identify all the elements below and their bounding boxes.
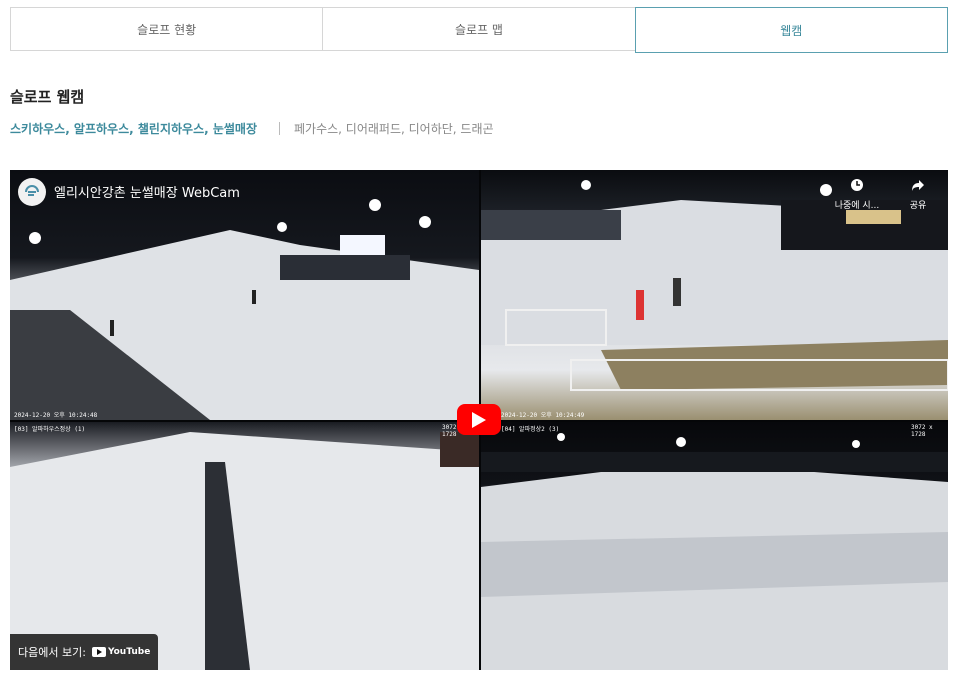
watch-on-youtube-button[interactable]: 다음에서 보기: YouTube (10, 634, 159, 670)
cam4-resolution: 3072 x 1728 (911, 424, 933, 438)
secondary-location-links[interactable]: 페가수스, 디어래퍼드, 디어하단, 드래곤 (294, 120, 494, 137)
cam2-timestamp: 2024-12-20 오후 10:24:49 (501, 412, 585, 419)
youtube-play-icon (91, 647, 106, 657)
youtube-wordmark: YouTube (107, 647, 151, 657)
webcam-feed-3: [03] 알파하우스정상 (1) 3072 x 1728 (10, 422, 479, 670)
watch-later-label: 나중에 시... (834, 201, 880, 211)
share-icon (893, 178, 943, 196)
primary-location-links[interactable]: 스키하우스, 알프하우스, 챌린지하우스, 눈썰매장 (10, 120, 257, 137)
webcam-feed-4: [04] 알파정상2 (3) 3072 x 1728 (481, 422, 948, 670)
tab-slope-status[interactable]: 슬로프 현황 (10, 7, 324, 51)
youtube-player[interactable]: 2024-12-20 오후 10:24:48 2024-12-20 오후 10:… (10, 170, 948, 670)
section-title: 슬로프 웹캠 (10, 88, 85, 106)
cam4-label: [04] 알파정상2 (3) (501, 426, 560, 433)
play-icon (472, 411, 486, 428)
webcam-feed-1: 2024-12-20 오후 10:24:48 (10, 170, 479, 420)
webcam-location-filters: 스키하우스, 알프하우스, 챌린지하우스, 눈썰매장 페가수스, 디어래퍼드, … (10, 120, 494, 137)
channel-logo-icon[interactable] (18, 178, 46, 206)
tab-bar: 슬로프 현황 슬로프 맵 웹캠 (10, 7, 948, 53)
youtube-logo: YouTube (91, 647, 151, 657)
tab-webcam[interactable]: 웹캠 (634, 7, 948, 53)
cam1-timestamp: 2024-12-20 오후 10:24:48 (14, 412, 98, 419)
divider (279, 122, 281, 135)
video-title[interactable]: 엘리시안강촌 눈썰매장 WebCam (54, 182, 240, 201)
tab-slope-map[interactable]: 슬로프 맵 (322, 7, 636, 51)
share-label: 공유 (909, 201, 927, 211)
watch-later-button[interactable]: 나중에 시... (832, 178, 882, 211)
clock-icon (832, 178, 882, 196)
watch-on-label: 다음에서 보기: (18, 646, 86, 659)
cam3-label: [03] 알파하우스정상 (1) (14, 426, 86, 433)
play-button[interactable] (457, 404, 501, 435)
share-button[interactable]: 공유 (893, 178, 943, 211)
